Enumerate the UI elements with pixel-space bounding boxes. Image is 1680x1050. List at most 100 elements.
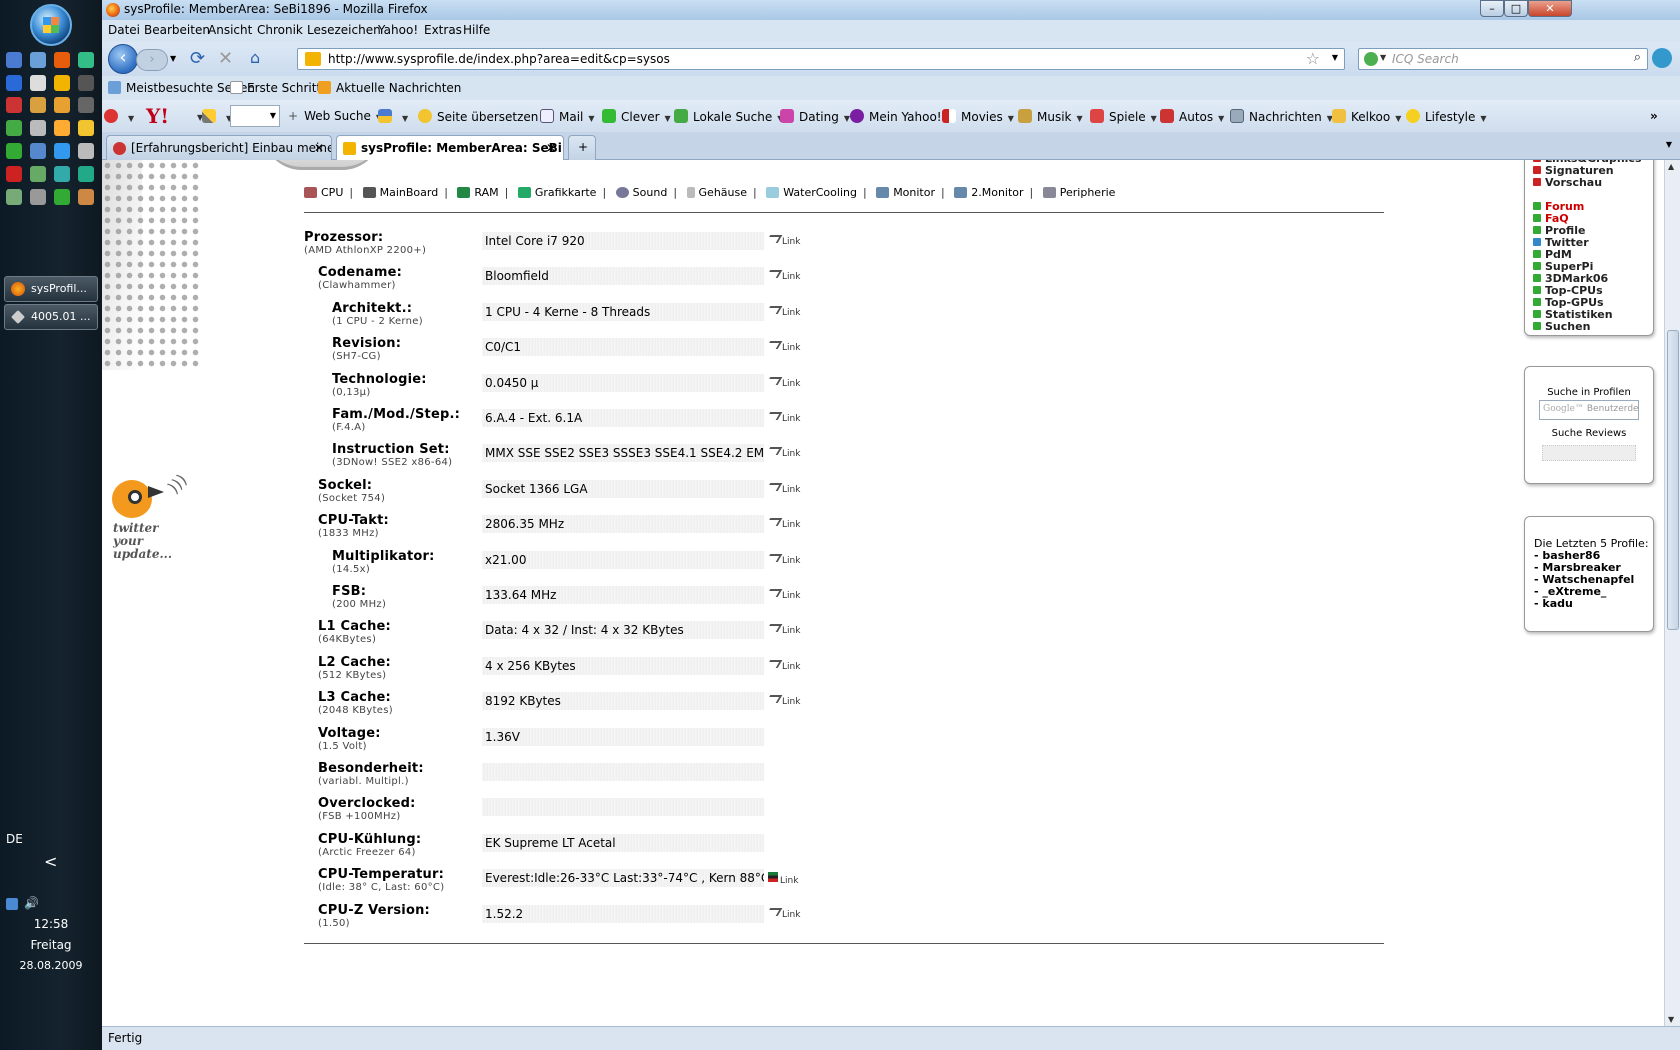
- quick-launch-icon[interactable]: [54, 189, 70, 205]
- new-tab-button[interactable]: +: [568, 135, 596, 160]
- field-link-icon[interactable]: Link: [768, 695, 800, 707]
- bookmark-star-icon[interactable]: ☆: [1306, 49, 1320, 68]
- search-input[interactable]: ICQ Search: [1392, 52, 1459, 66]
- tab-close-icon[interactable]: ✕: [314, 141, 324, 155]
- nav-ram[interactable]: RAM: [457, 186, 499, 199]
- field-link-icon[interactable]: Link: [768, 235, 800, 247]
- field-value-input[interactable]: Everest:Idle:26-33°C Last:33°-74°C , Ker…: [482, 869, 764, 888]
- menu-yahoo[interactable]: Yahoo!: [378, 23, 418, 37]
- start-orb-icon[interactable]: [30, 4, 72, 46]
- reviews-search-input[interactable]: [1542, 445, 1636, 461]
- quick-launch-icon[interactable]: [78, 143, 94, 159]
- field-value-input[interactable]: [482, 798, 764, 817]
- field-link-icon[interactable]: Link: [768, 624, 800, 636]
- yahoo-shield-dropdown[interactable]: ▼: [378, 109, 408, 124]
- quick-launch-icon[interactable]: [78, 120, 94, 136]
- menu-ansicht[interactable]: Ansicht: [208, 23, 252, 37]
- menu-extras[interactable]: Extras: [424, 23, 462, 37]
- quick-launch-icon[interactable]: [54, 52, 70, 68]
- quick-launch-icon[interactable]: [54, 97, 70, 113]
- yahoo-item-translate[interactable]: Seite übersetzen▼: [418, 109, 550, 124]
- yahoo-item-lifestyle[interactable]: Lifestyle ▼: [1406, 109, 1487, 124]
- search-engine-dropdown-icon[interactable]: ▼: [1380, 53, 1386, 62]
- nav-monitor-2[interactable]: 2.Monitor: [954, 186, 1024, 199]
- yahoo-item-cars[interactable]: Autos ▼: [1160, 109, 1224, 124]
- search-icon[interactable]: ⌕: [1634, 50, 1641, 65]
- yahoo-item-movies[interactable]: Movies ▼: [942, 109, 1014, 124]
- nav-peripherals[interactable]: Peripherie: [1042, 186, 1115, 199]
- quick-launch-icon[interactable]: [78, 75, 94, 91]
- yahoo-search-input[interactable]: ▼: [230, 105, 280, 127]
- quick-launch-icon[interactable]: [54, 75, 70, 91]
- menu-hilfe[interactable]: Hilfe: [463, 23, 490, 37]
- nav-mainboard[interactable]: MainBoard: [362, 186, 438, 199]
- field-link-icon[interactable]: Link: [768, 554, 800, 566]
- nav-sound[interactable]: Sound: [615, 186, 667, 199]
- field-link-icon[interactable]: Link: [768, 377, 800, 389]
- scroll-up-arrow[interactable]: ▲: [1668, 162, 1674, 171]
- yahoo-item-local-search[interactable]: Lokale Suche▼: [674, 109, 783, 124]
- tab-list-dropdown-icon[interactable]: ▼: [1666, 140, 1672, 149]
- network-icon[interactable]: [6, 898, 18, 910]
- tab-close-icon[interactable]: ✕: [546, 141, 556, 155]
- field-link-icon[interactable]: Link: [768, 483, 800, 495]
- home-icon[interactable]: ⌂: [250, 48, 260, 67]
- yahoo-item-mail[interactable]: Mail ▼: [540, 109, 595, 124]
- reload-icon[interactable]: ⟳: [190, 48, 205, 69]
- volume-icon[interactable]: 🔊: [24, 896, 39, 910]
- field-link-icon[interactable]: Link: [768, 589, 800, 601]
- field-link-icon[interactable]: Link: [768, 518, 800, 530]
- yahoo-web-search[interactable]: +Web Suche▼: [288, 109, 382, 123]
- nav-monitor[interactable]: Monitor: [876, 186, 935, 199]
- yahoo-logo[interactable]: Y!: [146, 104, 169, 128]
- quick-launch-icon[interactable]: [78, 52, 94, 68]
- profile-search-input[interactable]: Google™ Benutzerdef: [1539, 400, 1639, 420]
- quick-launch-icon[interactable]: [54, 143, 70, 159]
- field-link-icon[interactable]: Link: [768, 660, 800, 672]
- field-value-input[interactable]: Data: 4 x 32 / Inst: 4 x 32 KBytes: [482, 621, 764, 640]
- field-link-icon[interactable]: Link: [768, 412, 800, 424]
- quick-launch-icon[interactable]: [6, 166, 22, 182]
- quick-launch-icon[interactable]: [6, 97, 22, 113]
- field-value-input[interactable]: Socket 1366 LGA: [482, 479, 764, 498]
- taskbar-button-cpuz[interactable]: 4005.01 ...: [4, 304, 98, 330]
- quick-launch-icon[interactable]: [30, 143, 46, 159]
- field-value-input[interactable]: [482, 763, 764, 781]
- quick-launch-icon[interactable]: [6, 75, 22, 91]
- field-value-input[interactable]: 4 x 256 KBytes: [482, 656, 764, 675]
- stop-icon[interactable]: ✕: [218, 48, 233, 69]
- bookmark-first-steps[interactable]: Erste Schritte: [247, 81, 329, 95]
- yahoo-item-clever[interactable]: Clever ▼: [602, 109, 671, 124]
- clock-time[interactable]: 12:58: [0, 917, 102, 931]
- icq-flower-icon[interactable]: [1652, 48, 1672, 68]
- yahoo-item-dating[interactable]: Dating ▼: [780, 109, 850, 124]
- nav-graphics[interactable]: Grafikkarte: [517, 186, 596, 199]
- quick-launch-icon[interactable]: [30, 189, 46, 205]
- yahoo-item-games[interactable]: Spiele ▼: [1090, 109, 1157, 124]
- field-value-input[interactable]: 0.0450 µ: [482, 373, 764, 392]
- menu-bearbeiten[interactable]: Bearbeiten: [144, 23, 210, 37]
- quick-launch-icon[interactable]: [6, 189, 22, 205]
- quick-launch-icon[interactable]: [78, 189, 94, 205]
- close-window-button[interactable]: ✕: [1528, 0, 1572, 17]
- tab-sysprofile[interactable]: sysProfile: MemberArea: SeBi1896 ✕: [336, 135, 564, 161]
- field-value-input[interactable]: 1.52.2: [482, 904, 764, 923]
- nav-cpu[interactable]: CPU: [304, 186, 343, 199]
- quick-launch-icon[interactable]: [6, 143, 22, 159]
- quick-launch-icon[interactable]: [78, 166, 94, 182]
- menu-datei[interactable]: Datei: [108, 23, 140, 37]
- quick-launch-icon[interactable]: [30, 120, 46, 136]
- recent-profile-link[interactable]: - kadu: [1534, 598, 1653, 610]
- field-link-icon[interactable]: Link: [768, 908, 800, 920]
- quick-launch-icon[interactable]: [6, 120, 22, 136]
- quick-launch-icon[interactable]: [30, 97, 46, 113]
- field-value-input[interactable]: 1 CPU - 4 Kerne - 8 Threads: [482, 302, 764, 321]
- field-link-icon[interactable]: Link: [768, 872, 798, 886]
- yahoo-item-music[interactable]: Musik ▼: [1018, 109, 1083, 124]
- field-value-input[interactable]: MMX SSE SSE2 SSE3 SSSE3 SSE4.1 SSE4.2 EM…: [482, 444, 764, 463]
- bookmark-news[interactable]: Aktuelle Nachrichten: [336, 81, 461, 95]
- quick-launch-icon[interactable]: [30, 166, 46, 182]
- icq-search-engine-icon[interactable]: [1364, 52, 1378, 66]
- forward-button[interactable]: ›: [136, 49, 168, 71]
- nav-case[interactable]: Gehäuse: [686, 186, 747, 199]
